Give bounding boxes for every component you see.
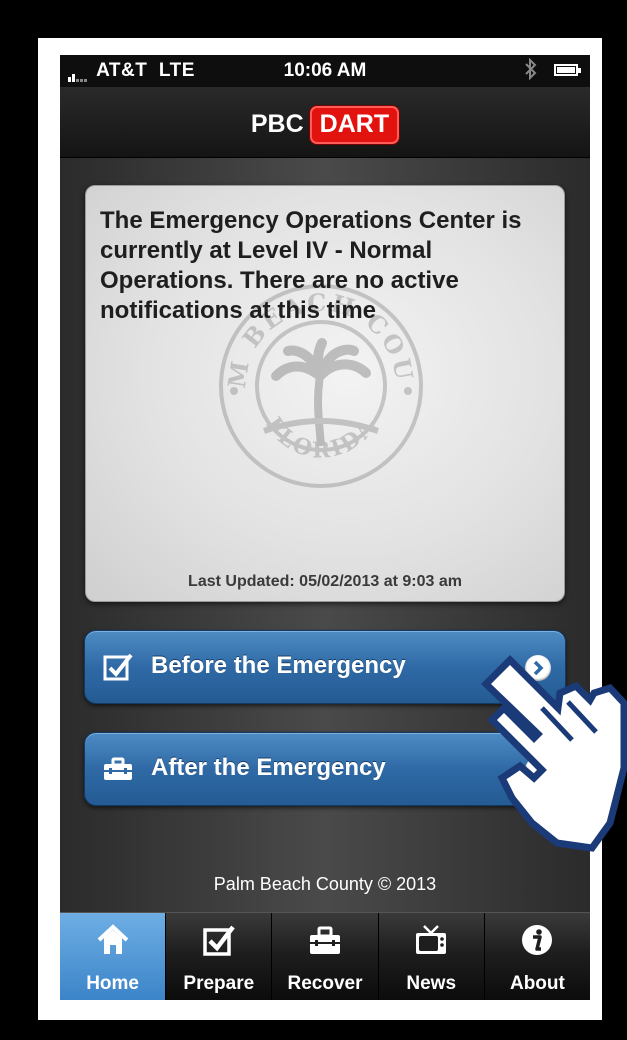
copyright-text: Palm Beach County © 2013	[213, 874, 437, 894]
tab-label: Recover	[287, 973, 363, 994]
phone-screen: AT&T LTE 10:06 AM PBC DART The Emergency …	[60, 55, 590, 1000]
tab-label: Prepare	[183, 973, 255, 994]
tab-label: About	[509, 973, 565, 994]
app-title: PBC DART	[60, 106, 590, 144]
tab-label: Home	[86, 973, 139, 994]
tab-label: News	[406, 973, 457, 994]
tab-bar: Home Prepare Recover News About	[60, 912, 590, 1000]
tab-prepare[interactable]: Prepare	[165, 913, 271, 1000]
before-emergency-label: Before the Emergency	[151, 652, 406, 679]
tab-home[interactable]: Home	[60, 913, 166, 1000]
status-bar: AT&T LTE 10:06 AM	[60, 55, 590, 87]
bluetooth-icon	[524, 57, 538, 86]
status-time: 10:06 AM	[283, 60, 367, 81]
tab-recover[interactable]: Recover	[271, 913, 377, 1000]
last-updated: Last Updated: 05/02/2013 at 9:03 am	[188, 573, 462, 590]
notice-message: The Emergency Operations Center is curre…	[100, 207, 522, 324]
after-emergency-label: After the Emergency	[151, 754, 386, 781]
nav-bar: PBC DART	[60, 87, 590, 158]
toolbox-icon	[104, 757, 132, 780]
battery-icon	[554, 64, 581, 76]
title-prefix: PBC	[250, 110, 304, 138]
toolbox-icon	[310, 926, 340, 954]
pointer-hand-icon	[481, 655, 627, 852]
home-icon	[97, 924, 128, 954]
checkbox-icon	[103, 653, 133, 681]
tab-about[interactable]: About	[483, 913, 590, 1000]
tv-icon	[416, 925, 447, 954]
status-notice-card: The Emergency Operations Center is curre…	[85, 185, 565, 602]
info-icon	[522, 925, 553, 955]
title-badge: DART	[309, 106, 400, 144]
tab-news[interactable]: News	[377, 913, 484, 1000]
checkbox-icon	[203, 925, 235, 956]
